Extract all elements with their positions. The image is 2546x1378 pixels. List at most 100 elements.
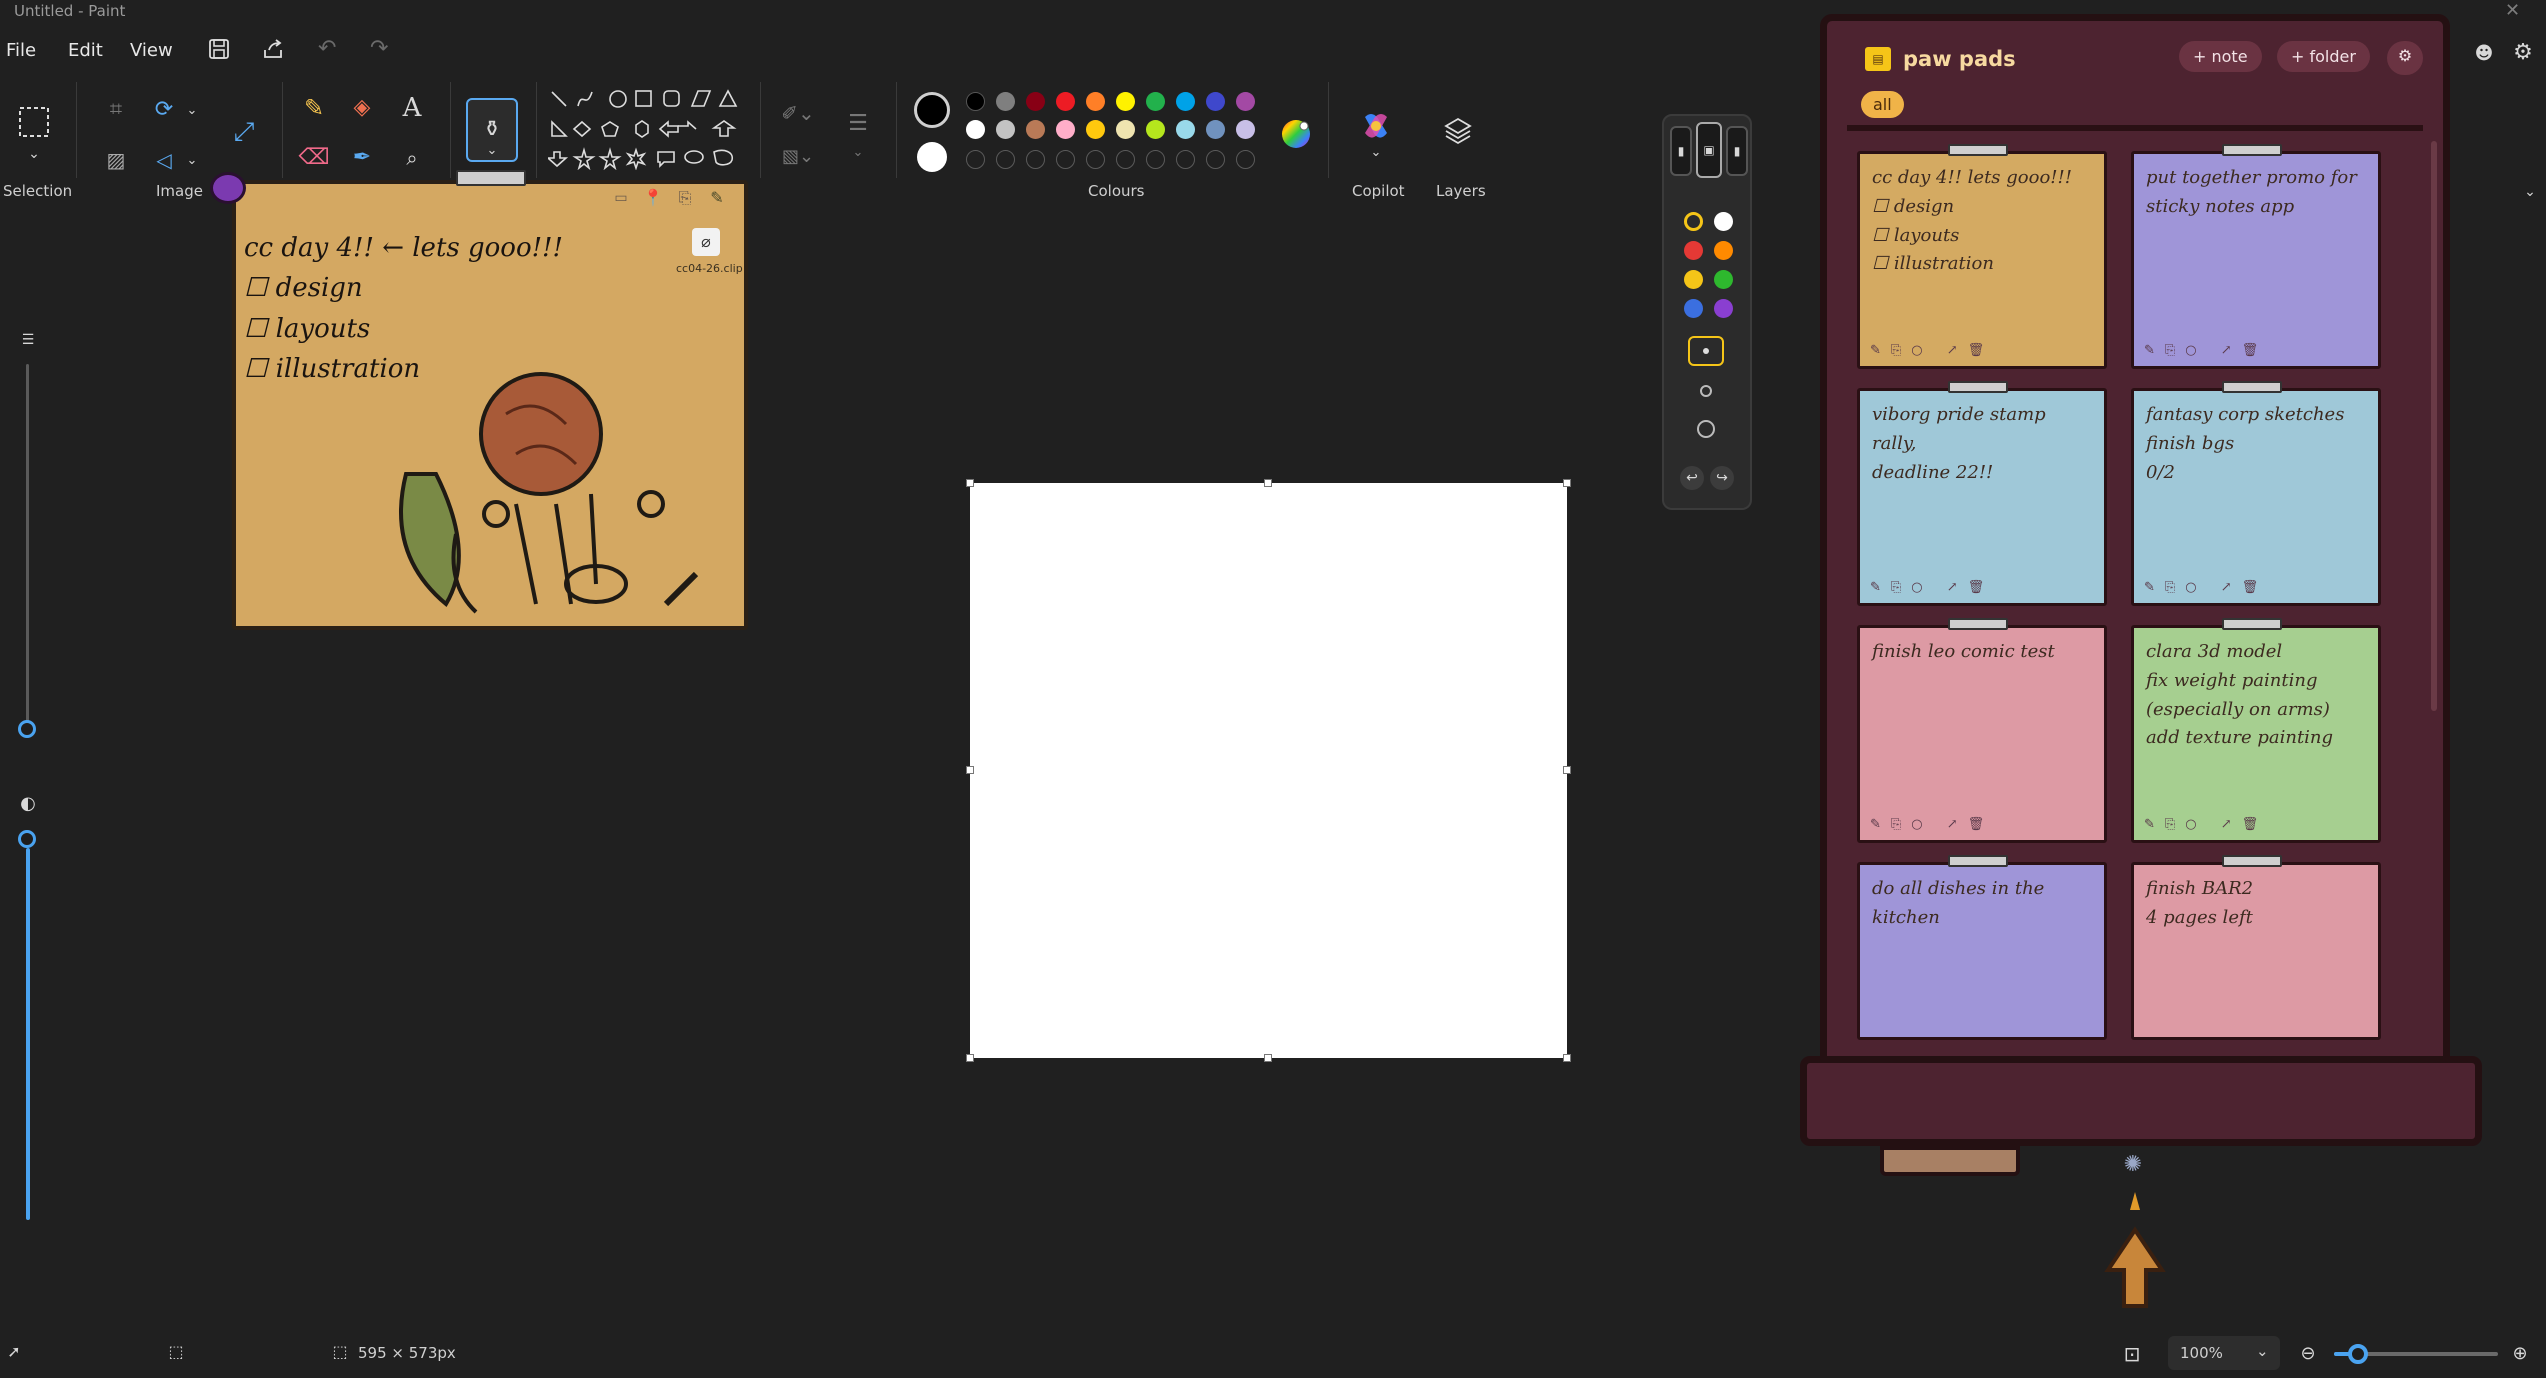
chevron-down-icon[interactable]: ⌄ xyxy=(184,150,200,170)
stroke-size-option[interactable] xyxy=(1688,414,1724,444)
edit-colors-icon[interactable] xyxy=(1278,116,1314,152)
marker-icon[interactable]: ▣ xyxy=(1696,122,1722,178)
palette-swatch[interactable] xyxy=(996,120,1015,139)
chevron-down-icon[interactable]: ⌄ xyxy=(482,142,502,158)
pen-icon[interactable]: ✎ xyxy=(706,188,728,208)
palette-swatch[interactable] xyxy=(1026,150,1045,169)
note-card[interactable]: fantasy corp sketches finish bgs 0/2 ✎⎘○ … xyxy=(2131,381,2381,606)
resize-icon[interactable]: ⤢ xyxy=(226,114,262,150)
resize-handle[interactable] xyxy=(966,479,974,487)
note-card-actions[interactable]: ✎⎘○ ↗🗑 xyxy=(2144,578,2372,599)
palette-swatch[interactable] xyxy=(1146,92,1165,111)
palette-swatch[interactable] xyxy=(1146,120,1165,139)
palette-swatch[interactable] xyxy=(1056,92,1075,111)
fit-to-window-icon[interactable]: ⊡ xyxy=(2118,1340,2146,1368)
resize-handle[interactable] xyxy=(1264,1054,1272,1062)
primary-color[interactable] xyxy=(914,92,950,128)
resize-handle[interactable] xyxy=(1563,766,1571,774)
rotate-icon[interactable]: ⟳ xyxy=(148,94,180,126)
background-removal-icon[interactable]: ▨ xyxy=(100,144,132,176)
stroke-size-option[interactable] xyxy=(1688,336,1724,366)
sticky-note-widget[interactable]: ▭ 📍 ⎘ ✎ ⌀ cc04-26.clip cc day 4!! ← lets… xyxy=(210,170,748,630)
ribbon-expand-icon[interactable]: ⌄ xyxy=(2520,182,2540,202)
picker-color-swatch[interactable] xyxy=(1684,212,1703,231)
palette-swatch[interactable] xyxy=(1236,150,1255,169)
palette-swatch[interactable] xyxy=(966,120,985,139)
palette-swatch[interactable] xyxy=(1086,120,1105,139)
drawing-canvas[interactable] xyxy=(966,479,1571,1062)
palette-swatch[interactable] xyxy=(996,92,1015,111)
pin-icon[interactable] xyxy=(210,172,246,204)
note-card[interactable]: put together promo for sticky notes app ✎… xyxy=(2131,144,2381,369)
slider-thumb[interactable] xyxy=(2348,1344,2368,1364)
slider-thumb[interactable] xyxy=(18,720,36,738)
marker-icon[interactable]: ▮ xyxy=(1726,126,1748,176)
chevron-down-icon[interactable]: ⌄ xyxy=(848,144,868,160)
ruler-icon[interactable]: ▭ xyxy=(610,188,632,208)
fill-icon[interactable]: ◈ xyxy=(346,92,378,124)
fill-style-icon[interactable]: ▧⌄ xyxy=(778,142,818,172)
palette-swatch[interactable] xyxy=(1116,120,1135,139)
text-icon[interactable]: A xyxy=(396,92,428,124)
palette-swatch[interactable] xyxy=(1206,92,1225,111)
palette-swatch[interactable] xyxy=(1116,92,1135,111)
note-card[interactable]: do all dishes in the kitchen xyxy=(1857,855,2107,1040)
shapes-icon[interactable] xyxy=(548,86,744,170)
account-icon[interactable]: ☻ xyxy=(2470,40,2498,68)
outline-icon[interactable]: ✐⌄ xyxy=(778,98,818,128)
note-card[interactable]: cc day 4!! lets gooo!!! ☐ design ☐ layou… xyxy=(1857,144,2107,369)
pushpin-icon[interactable]: 📍 xyxy=(642,188,664,208)
palette-swatch[interactable] xyxy=(966,150,985,169)
palette-swatch[interactable] xyxy=(1056,150,1075,169)
picker-color-swatch[interactable] xyxy=(1684,299,1703,318)
picker-color-swatch[interactable] xyxy=(1714,241,1733,260)
picker-color-swatch[interactable] xyxy=(1684,270,1703,289)
copilot-icon[interactable] xyxy=(1356,106,1396,146)
note-card-actions[interactable]: ✎⎘○ ↗🗑 xyxy=(1870,341,2098,362)
picker-color-swatch[interactable] xyxy=(1714,212,1733,231)
color-picker-icon[interactable]: ✒ xyxy=(346,142,378,174)
palette-swatch[interactable] xyxy=(966,92,985,111)
note-card-actions[interactable]: ✎⎘○ ↗🗑 xyxy=(1870,578,2098,599)
palette-swatch[interactable] xyxy=(1086,150,1105,169)
paperclip-icon[interactable]: ⎘ xyxy=(674,188,696,208)
palette-swatch[interactable] xyxy=(1086,92,1105,111)
panel-scrollbar[interactable] xyxy=(2431,141,2437,711)
menu-file[interactable]: File xyxy=(6,40,36,61)
note-card-actions[interactable]: ✎⎘○ ↗🗑 xyxy=(2144,815,2372,836)
palette-swatch[interactable] xyxy=(1146,150,1165,169)
close-window-icon[interactable]: ✕ xyxy=(2505,0,2520,21)
slider-thumb[interactable] xyxy=(18,830,36,848)
zoom-slider[interactable] xyxy=(2334,1344,2498,1364)
settings-icon[interactable]: ⚙ xyxy=(2508,38,2538,68)
opacity-slider[interactable]: ◐ xyxy=(10,780,46,1230)
zoom-in-icon[interactable]: ⊕ xyxy=(2508,1342,2532,1366)
redo-icon[interactable]: ↪ xyxy=(1710,466,1734,490)
note-card[interactable]: viborg pride stamp rally, deadline 22!! ✎… xyxy=(1857,381,2107,606)
pencil-icon[interactable]: ✎ xyxy=(298,92,330,124)
undo-icon[interactable]: ↩ xyxy=(1680,466,1704,490)
resize-handle[interactable] xyxy=(966,1054,974,1062)
settings-button[interactable]: ⚙ xyxy=(2387,41,2423,75)
menu-edit[interactable]: Edit xyxy=(68,40,103,61)
picker-color-swatch[interactable] xyxy=(1714,270,1733,289)
cat-arrow-icon[interactable] xyxy=(2100,1190,2170,1310)
chevron-down-icon[interactable]: ⌄ xyxy=(1366,144,1386,160)
note-card-actions[interactable]: ✎⎘○ ↗🗑 xyxy=(2144,341,2372,362)
picker-color-swatch[interactable] xyxy=(1714,299,1733,318)
note-card[interactable]: clara 3d model fix weight painting (espe… xyxy=(2131,618,2381,843)
shelf-drawer[interactable] xyxy=(1880,1146,2020,1176)
selection-icon[interactable] xyxy=(14,102,54,142)
menu-view[interactable]: View xyxy=(130,40,173,61)
size-icon[interactable]: ☰ xyxy=(840,106,876,142)
filter-all[interactable]: all xyxy=(1861,91,1904,118)
resize-handle[interactable] xyxy=(1563,479,1571,487)
palette-swatch[interactable] xyxy=(1206,120,1225,139)
attachment-icon[interactable]: ⌀ xyxy=(692,228,720,256)
palette-swatch[interactable] xyxy=(1056,120,1075,139)
save-icon[interactable] xyxy=(208,38,230,65)
layers-icon[interactable] xyxy=(1440,112,1476,148)
palette-swatch[interactable] xyxy=(1236,92,1255,111)
palette-swatch[interactable] xyxy=(1236,120,1255,139)
palette-swatch[interactable] xyxy=(1176,92,1195,111)
